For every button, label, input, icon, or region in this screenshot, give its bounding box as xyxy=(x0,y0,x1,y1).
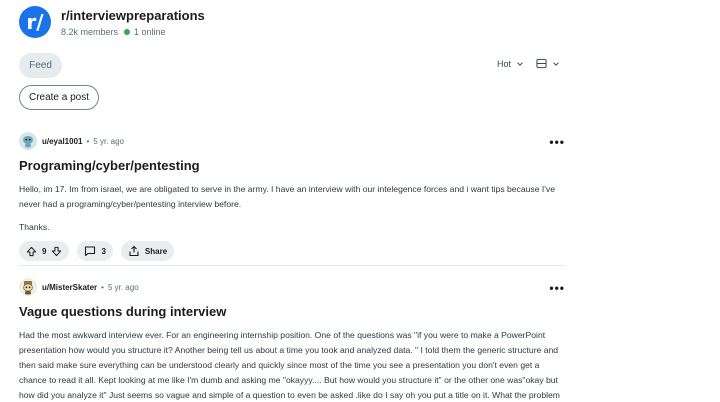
sort-label: Hot xyxy=(497,59,512,69)
view-dropdown[interactable] xyxy=(536,58,560,69)
post-title[interactable]: Vague questions during interview xyxy=(19,304,565,319)
vote-count: 9 xyxy=(42,246,47,256)
post-username[interactable]: u/eyal1001 xyxy=(42,137,82,146)
post-body: Hello, im 17. Im from israel, we are obl… xyxy=(19,182,565,235)
meta-separator: • xyxy=(101,282,104,292)
member-count: 8.2k members xyxy=(61,26,119,37)
more-options-button[interactable]: ••• xyxy=(549,135,565,149)
online-dot-icon xyxy=(124,28,131,35)
comment-count: 3 xyxy=(101,246,106,256)
post-meta: u/MisterSkater • 5 yr. ago xyxy=(19,278,565,296)
user-avatar[interactable] xyxy=(19,278,37,296)
chevron-down-icon xyxy=(553,61,559,66)
chevron-down-icon xyxy=(517,62,523,66)
community-title-block: r/interviewpreparations 8.2k members 1 o… xyxy=(61,8,205,37)
tab-feed[interactable]: Feed xyxy=(19,53,62,78)
share-label: Share xyxy=(144,246,168,256)
vote-control: 9 xyxy=(19,241,70,261)
user-avatar[interactable] xyxy=(19,132,37,150)
community-header: r/ r/interviewpreparations 8.2k members … xyxy=(19,4,205,40)
post-body-paragraph: Thanks. xyxy=(19,222,50,232)
post-title[interactable]: Programing/cyber/pentesting xyxy=(19,158,565,173)
post-actions: 9 3 Share xyxy=(19,241,565,261)
post-age: 5 yr. ago xyxy=(93,136,124,146)
sort-dropdown[interactable]: Hot xyxy=(497,59,524,69)
post-age: 5 yr. ago xyxy=(107,282,139,292)
layout-view-icon xyxy=(536,58,547,69)
post-body: Had the most awkward interview ever. For… xyxy=(19,328,565,402)
share-icon xyxy=(129,245,139,257)
post-body-paragraph: Had the most awkward interview ever. For… xyxy=(19,330,560,400)
post-username[interactable]: u/MisterSkater xyxy=(42,283,97,292)
community-avatar[interactable]: r/ xyxy=(19,6,51,38)
post-card[interactable]: u/MisterSkater • 5 yr. ago ••• Vague que… xyxy=(19,278,565,402)
post-card[interactable]: u/eyal1001 • 5 yr. ago ••• Programing/cy… xyxy=(19,132,565,261)
post-meta: u/eyal1001 • 5 yr. ago xyxy=(19,132,565,150)
upvote-icon[interactable] xyxy=(26,246,37,257)
create-post-button[interactable]: Create a post xyxy=(19,85,99,110)
online-count: 1 online xyxy=(134,26,166,37)
snoo-avatar-icon xyxy=(19,278,37,296)
community-name[interactable]: r/interviewpreparations xyxy=(61,8,205,23)
comment-icon xyxy=(85,246,96,257)
more-options-button[interactable]: ••• xyxy=(549,281,565,295)
downvote-icon[interactable] xyxy=(51,246,62,257)
post-divider xyxy=(19,265,565,266)
meta-separator: • xyxy=(86,136,90,146)
comments-button[interactable]: 3 xyxy=(77,241,113,261)
share-button[interactable]: Share xyxy=(120,241,175,261)
community-stats: 8.2k members 1 online xyxy=(61,27,205,37)
post-body-paragraph: Hello, im 17. Im from israel, we are obl… xyxy=(19,184,555,209)
snoo-avatar-icon xyxy=(19,132,37,150)
